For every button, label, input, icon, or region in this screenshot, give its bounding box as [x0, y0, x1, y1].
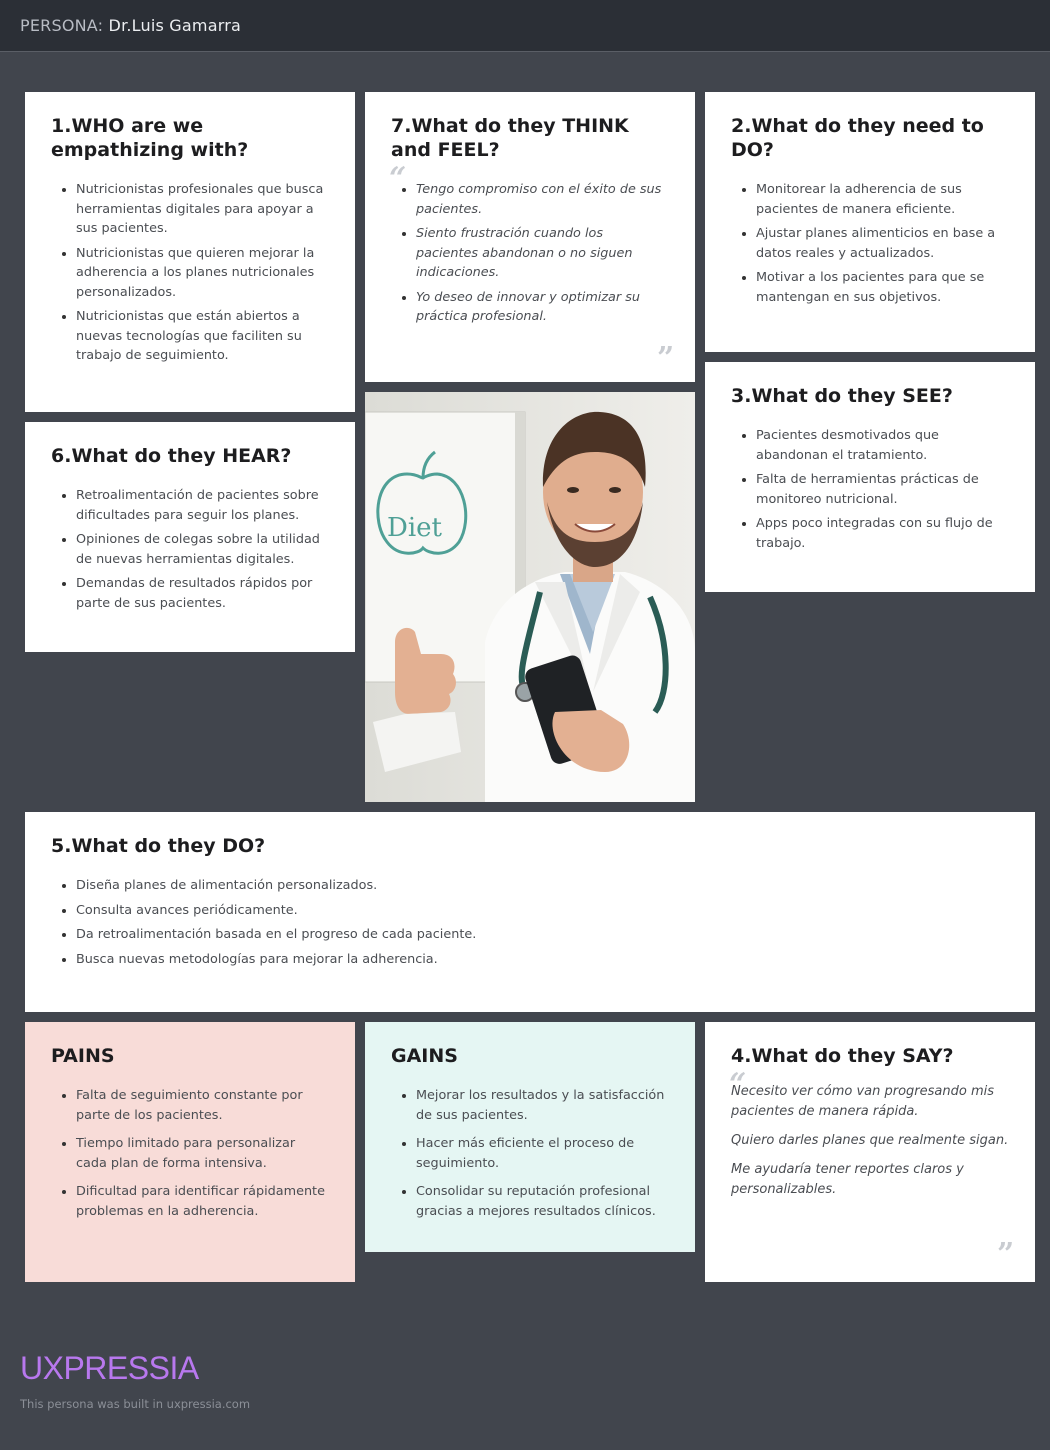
list-item: Nutricionistas que quieren mejorar la ad… — [76, 244, 329, 303]
list-item: Diseña planes de alimentación personaliz… — [76, 876, 1009, 896]
list-item: Mejorar los resultados y la satisfacción… — [416, 1086, 669, 1125]
list-item: Motivar a los pacientes para que se mant… — [756, 268, 1009, 307]
card-need-to-do[interactable]: 2.What do they need to DO? Monitorear la… — [705, 92, 1035, 352]
persona-label: PERSONA: — [20, 16, 104, 35]
card-list: Retroalimentación de pacientes sobre dif… — [51, 486, 329, 613]
persona-name[interactable]: Dr.Luis Gamarra — [109, 16, 241, 35]
list-item: Monitorear la adherencia de sus paciente… — [756, 180, 1009, 219]
persona-photo[interactable]: Diet — [365, 392, 695, 802]
list-item: Da retroalimentación basada en el progre… — [76, 925, 1009, 945]
card-hear[interactable]: 6.What do they HEAR? Retroalimentación d… — [25, 422, 355, 652]
list-item: Tengo compromiso con el éxito de sus pac… — [416, 180, 669, 219]
list-item: Tiempo limitado para personalizar cada p… — [76, 1134, 329, 1173]
card-think-feel[interactable]: 7.What do they THINK and FEEL? “ Tengo c… — [365, 92, 695, 382]
card-say[interactable]: 4.What do they SAY? “ Necesito ver cómo … — [705, 1022, 1035, 1282]
persona-title: PERSONA: Dr.Luis Gamarra — [20, 16, 241, 35]
quote-item: Necesito ver cómo van progresando mis pa… — [731, 1084, 994, 1119]
card-title: 5.What do they DO? — [51, 835, 266, 857]
open-quote-icon: “ — [729, 1067, 747, 1102]
open-quote-icon: “ — [389, 161, 407, 196]
close-quote-icon: ” — [657, 341, 675, 376]
list-item: Nutricionistas profesionales que busca h… — [76, 180, 329, 239]
card-title: 3.What do they SEE? — [731, 385, 953, 407]
list-item: Dificultad para identificar rápidamente … — [76, 1182, 329, 1221]
card-list: Monitorear la adherencia de sus paciente… — [731, 180, 1009, 307]
list-item: Busca nuevas metodologías para mejorar l… — [76, 950, 1009, 970]
card-list: Pacientes desmotivados que abandonan el … — [731, 426, 1009, 553]
quote-item: Me ayudaría tener reportes claros y pers… — [731, 1162, 964, 1197]
list-item: Retroalimentación de pacientes sobre dif… — [76, 486, 329, 525]
card-title: 4.What do they SAY? — [731, 1045, 954, 1067]
card-title: 6.What do they HEAR? — [51, 445, 292, 467]
card-title: 2.What do they need to DO? — [731, 115, 984, 161]
list-item: Opiniones de colegas sobre la utilidad d… — [76, 530, 329, 569]
list-item: Demandas de resultados rápidos por parte… — [76, 574, 329, 613]
card-title: GAINS — [391, 1045, 458, 1067]
list-item: Nutricionistas que están abiertos a nuev… — [76, 307, 329, 366]
uxpressia-logo[interactable]: UXPRESSIA — [20, 1350, 199, 1387]
card-list: Nutricionistas profesionales que busca h… — [51, 180, 329, 366]
card-who[interactable]: 1.WHO are we empathizing with? Nutricion… — [25, 92, 355, 412]
card-list: Tengo compromiso con el éxito de sus pac… — [391, 180, 669, 327]
list-item: Consulta avances periódicamente. — [76, 901, 1009, 921]
list-item: Pacientes desmotivados que abandonan el … — [756, 426, 1009, 465]
close-quote-icon: ” — [997, 1237, 1015, 1272]
quote-list: Necesito ver cómo van progresando mis pa… — [731, 1082, 1009, 1200]
list-item: Consolidar su reputación profesional gra… — [416, 1182, 669, 1221]
card-see[interactable]: 3.What do they SEE? Pacientes desmotivad… — [705, 362, 1035, 592]
board-text: Diet — [387, 513, 443, 543]
quote-item: Quiero darles planes que realmente sigan… — [731, 1133, 1009, 1148]
list-item: Ajustar planes alimenticios en base a da… — [756, 224, 1009, 263]
card-gains[interactable]: GAINS Mejorar los resultados y la satisf… — [365, 1022, 695, 1252]
persona-header: PERSONA: Dr.Luis Gamarra — [0, 0, 1050, 52]
card-list: Diseña planes de alimentación personaliz… — [51, 876, 1009, 969]
card-pains[interactable]: PAINS Falta de seguimiento constante por… — [25, 1022, 355, 1282]
card-list: Falta de seguimiento constante por parte… — [51, 1086, 329, 1221]
list-item: Hacer más eficiente el proceso de seguim… — [416, 1134, 669, 1173]
list-item: Falta de herramientas prácticas de monit… — [756, 470, 1009, 509]
card-title: PAINS — [51, 1045, 115, 1067]
card-title: 7.What do they THINK and FEEL? — [391, 115, 629, 161]
card-list: Mejorar los resultados y la satisfacción… — [391, 1086, 669, 1221]
card-title: 1.WHO are we empathizing with? — [51, 115, 249, 161]
list-item: Yo deseo de innovar y optimizar su práct… — [416, 288, 669, 327]
footer-note: This persona was built in uxpressia.com — [20, 1397, 251, 1411]
list-item: Siento frustración cuando los pacientes … — [416, 224, 669, 283]
card-do[interactable]: 5.What do they DO? Diseña planes de alim… — [25, 812, 1035, 1012]
list-item: Falta de seguimiento constante por parte… — [76, 1086, 329, 1125]
list-item: Apps poco integradas con su flujo de tra… — [756, 514, 1009, 553]
doctor-illustration: Diet — [365, 392, 695, 802]
